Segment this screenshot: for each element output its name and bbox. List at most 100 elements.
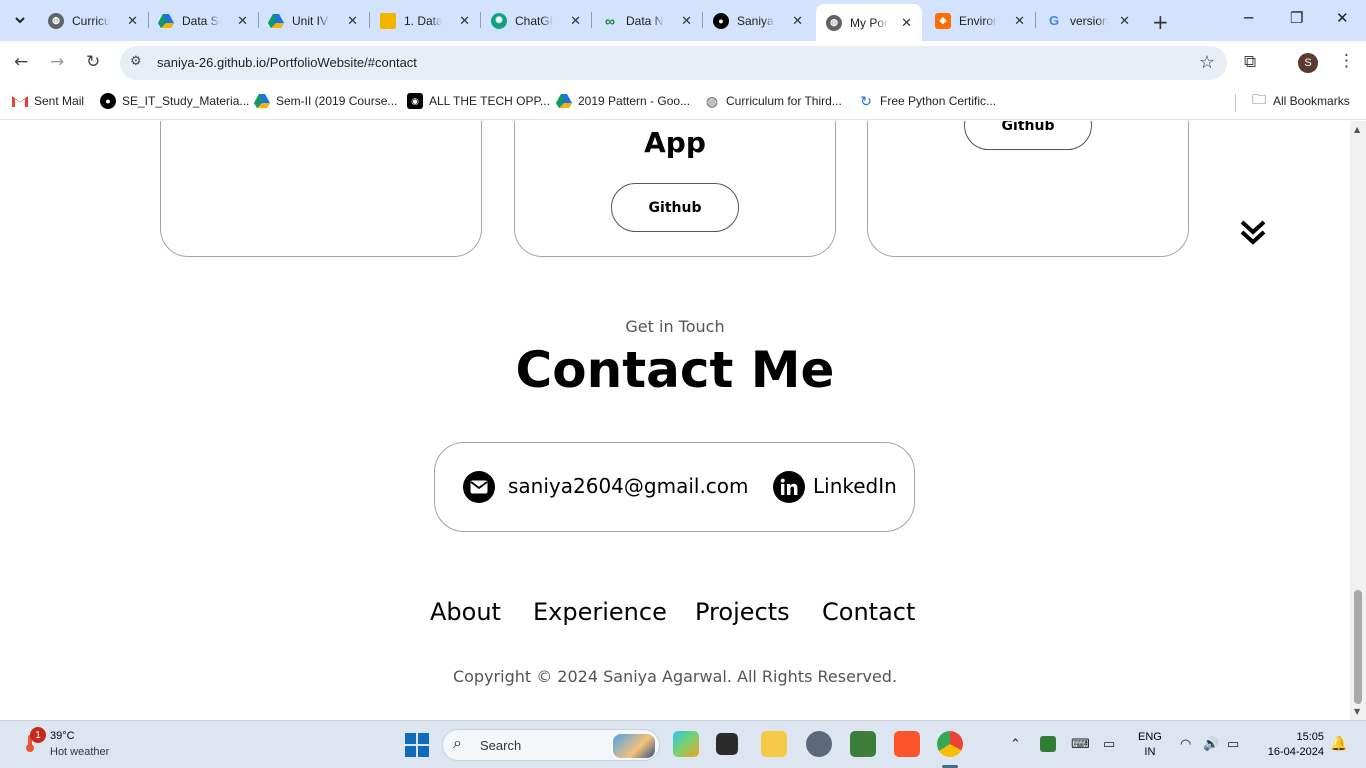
linkedin-icon — [773, 471, 805, 503]
search-icon: ⌕ — [453, 735, 462, 752]
drive-icon — [158, 13, 174, 29]
file-explorer-icon[interactable] — [761, 731, 787, 757]
github-button[interactable]: Github — [964, 121, 1092, 150]
github-icon: ● — [713, 12, 729, 29]
tab-data-science[interactable]: Data Science ✕ — [148, 5, 258, 36]
footer-link-projects[interactable]: Projects — [695, 598, 790, 626]
bookmark-se-it-study[interactable]: ● SE_IT_Study_Materia... — [100, 93, 249, 109]
close-icon[interactable]: ✕ — [1119, 13, 1130, 29]
section-title: Contact Me — [515, 341, 835, 399]
google-icon: G — [1048, 13, 1060, 28]
forward-button[interactable]: → — [50, 52, 64, 72]
chrome-icon[interactable] — [937, 731, 963, 757]
new-tab-button[interactable]: + — [1152, 10, 1169, 34]
bookmark-curriculum-third[interactable]: ◍ Curriculum for Third... — [704, 93, 842, 109]
close-icon[interactable]: ✕ — [459, 13, 470, 29]
bookmark-all-tech-opp[interactable]: ◉ ALL THE TECH OPP... — [407, 93, 550, 109]
minimize-button[interactable]: ─ — [1244, 9, 1253, 27]
contact-info-box: saniya2604@gmail.com LinkedIn — [434, 442, 915, 532]
restore-button[interactable]: ❐ — [1290, 9, 1303, 27]
tech-icon: ◉ — [407, 93, 423, 109]
footer-link-about[interactable]: About — [430, 598, 501, 626]
close-icon[interactable]: ✕ — [792, 13, 803, 29]
extensions-icon[interactable]: ⧉ — [1244, 52, 1256, 72]
drive-icon — [254, 93, 270, 109]
tab-curriculum[interactable]: ◍ Curriculum ✕ — [38, 5, 148, 36]
slides-icon — [380, 12, 396, 29]
tab-strip: ◍ Curriculum ✕ Data Science ✕ Unit IV ✕ … — [0, 0, 1366, 41]
tab-1-data[interactable]: 1. Data ✕ — [370, 5, 480, 36]
close-icon[interactable]: ✕ — [1014, 13, 1025, 29]
nvidia-icon[interactable] — [1040, 736, 1056, 752]
battery-icon[interactable]: ▭ — [1227, 736, 1239, 752]
linkedin-link[interactable]: LinkedIn — [813, 474, 897, 498]
scroll-down-small-icon[interactable]: ▼ — [1354, 707, 1360, 716]
copyright-text: Copyright © 2024 Saniya Agarwal. All Rig… — [452, 667, 898, 686]
keyboard-icon[interactable]: ⌨ — [1071, 736, 1090, 752]
footer-link-contact[interactable]: Contact — [822, 598, 915, 626]
site-settings-icon[interactable]: ⚙ — [130, 54, 142, 69]
wifi-icon[interactable]: ◠ — [1180, 736, 1191, 752]
show-hidden-icons-icon[interactable]: ⌃ — [1010, 736, 1021, 752]
browser-toolbar: ← → ↻ ⚙ saniya-26.github.io/PortfolioWeb… — [0, 41, 1366, 85]
project-title: App — [644, 126, 706, 159]
volume-icon[interactable]: 🔊 — [1203, 736, 1219, 752]
windows-start-icon[interactable] — [405, 733, 429, 757]
profile-avatar[interactable]: S — [1298, 53, 1318, 73]
gmail-icon — [12, 93, 28, 109]
page-viewport: App Github Github Get in Touch Contact M… — [0, 121, 1350, 720]
project-card: Github — [867, 121, 1189, 257]
scroll-down-arrow-icon[interactable] — [1240, 218, 1266, 248]
page-scrollbar[interactable]: ▲ ▼ — [1350, 121, 1366, 720]
tab-my-portfolio[interactable]: ◍ My Portfolio ✕ — [816, 4, 922, 41]
copilot-icon[interactable] — [673, 731, 699, 757]
email-link[interactable]: saniya2604@gmail.com — [508, 474, 749, 498]
tab-search-button[interactable] — [8, 8, 32, 32]
settings-icon[interactable] — [806, 731, 832, 757]
bookmark-free-python[interactable]: ↻ Free Python Certific... — [858, 93, 996, 109]
close-icon[interactable]: ✕ — [237, 13, 248, 29]
scroll-up-arrow-icon[interactable]: ▲ — [1354, 125, 1360, 134]
tab-environment[interactable]: ◆ Environment ✕ — [925, 5, 1035, 36]
bookmark-sem-ii[interactable]: Sem-II (2019 Course... — [254, 93, 397, 109]
notification-bell-icon[interactable]: 🔔 — [1330, 735, 1347, 752]
close-window-button[interactable]: ✕ — [1336, 9, 1349, 27]
close-icon[interactable]: ✕ — [681, 13, 692, 29]
address-bar[interactable]: ⚙ saniya-26.github.io/PortfolioWebsite/#… — [120, 46, 1227, 80]
project-card: App Github — [514, 121, 836, 257]
reload-button[interactable]: ↻ — [86, 52, 100, 72]
language-indicator[interactable]: ENG IN — [1138, 730, 1162, 760]
chatgpt-icon: ✺ — [491, 12, 507, 29]
bookmark-sent-mail[interactable]: Sent Mail — [12, 93, 84, 109]
infinity-icon: ∞ — [605, 12, 615, 29]
close-icon[interactable]: ✕ — [901, 15, 912, 31]
tab-unit-iv[interactable]: Unit IV ✕ — [258, 5, 368, 36]
all-bookmarks-button[interactable]: 🗀 All Bookmarks — [1251, 91, 1350, 109]
footer-link-experience[interactable]: Experience — [533, 598, 667, 626]
close-icon[interactable]: ✕ — [570, 13, 581, 29]
app-icon[interactable] — [850, 731, 876, 757]
tab-github-saniya[interactable]: ● Saniya-26 ✕ — [703, 5, 813, 36]
more-menu-icon[interactable]: ⋮ — [1338, 51, 1355, 71]
folder-icon: 🗀 — [1252, 91, 1266, 107]
back-button[interactable]: ← — [14, 52, 28, 72]
tab-chatgpt[interactable]: ✺ ChatGPT ✕ — [481, 5, 591, 36]
python-icon: ↻ — [860, 92, 872, 109]
chevron-down-icon — [15, 17, 25, 24]
bookmark-star-icon[interactable]: ☆ — [1199, 52, 1215, 73]
tab-version[interactable]: G version ✕ — [1036, 5, 1140, 36]
scrollbar-thumb[interactable] — [1354, 590, 1362, 704]
bookmark-2019-pattern[interactable]: 2019 Pattern - Goo... — [556, 93, 690, 109]
system-clock[interactable]: 15:05 16-04-2024 — [1258, 730, 1324, 760]
tab-data-normalization[interactable]: ∞ Data Normalization ✕ — [592, 5, 702, 36]
task-view-icon[interactable] — [716, 733, 738, 755]
close-icon[interactable]: ✕ — [347, 13, 358, 29]
github-button[interactable]: Github — [611, 183, 739, 232]
brave-browser-icon[interactable] — [894, 731, 920, 757]
taskbar-search[interactable]: ⌕ Search — [442, 729, 660, 761]
globe-icon: ◍ — [826, 14, 842, 31]
close-icon[interactable]: ✕ — [127, 13, 138, 29]
display-icon[interactable]: ▭ — [1103, 736, 1115, 752]
weather-widget[interactable]: 1 39°C Hot weather — [16, 727, 146, 761]
url-text[interactable]: saniya-26.github.io/PortfolioWebsite/#co… — [157, 55, 417, 70]
